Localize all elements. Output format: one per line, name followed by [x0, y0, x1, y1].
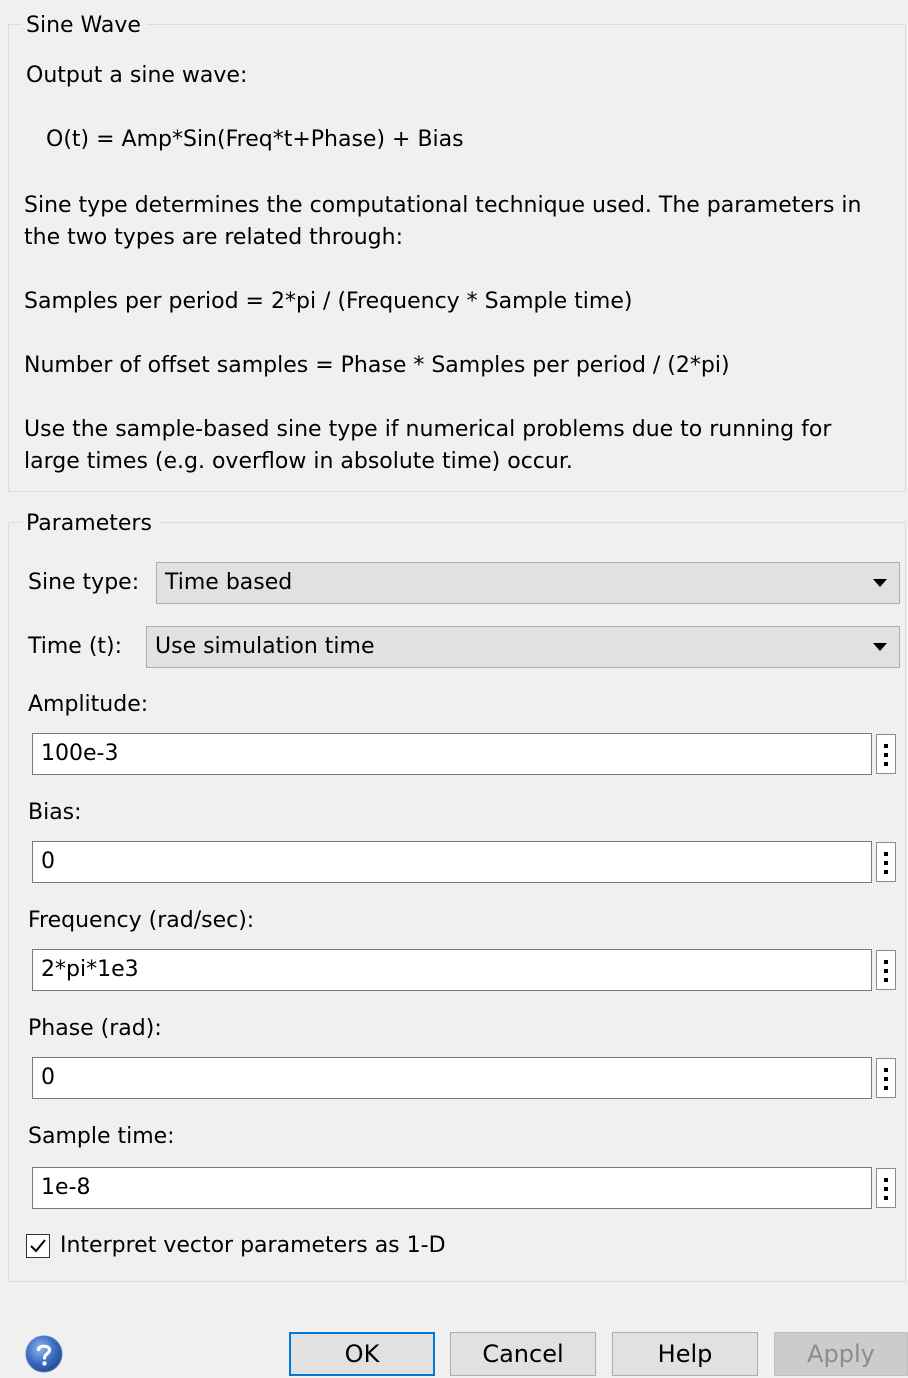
cancel-button[interactable]: Cancel — [450, 1332, 596, 1376]
phase-label: Phase (rad): — [28, 1016, 162, 1041]
amplitude-label: Amplitude: — [28, 692, 149, 717]
parameters-group-title: Parameters — [22, 510, 158, 538]
time-value: Use simulation time — [155, 634, 375, 659]
interpret-vector-label[interactable]: Interpret vector parameters as 1-D — [60, 1231, 446, 1261]
description-group-title: Sine Wave — [22, 12, 147, 40]
bias-input[interactable]: 0 — [32, 841, 872, 883]
ok-button[interactable]: OK — [289, 1332, 435, 1376]
sample-time-input[interactable]: 1e-8 — [32, 1167, 872, 1209]
more-vertical-icon[interactable] — [876, 842, 896, 882]
time-label: Time (t): — [28, 634, 123, 659]
bias-label: Bias: — [28, 800, 82, 825]
description-line-1: Output a sine wave: — [26, 63, 248, 88]
phase-input[interactable]: 0 — [32, 1057, 872, 1099]
more-vertical-icon[interactable] — [876, 1168, 896, 1208]
chevron-down-icon — [873, 643, 887, 651]
apply-button[interactable]: Apply — [774, 1332, 908, 1376]
help-button[interactable]: Help — [612, 1332, 758, 1376]
sine-type-value: Time based — [165, 570, 293, 595]
description-line-6: Number of offset samples = Phase * Sampl… — [24, 353, 730, 378]
sine-type-dropdown[interactable]: Time based — [156, 562, 900, 604]
frequency-input[interactable]: 2*pi*1e3 — [32, 949, 872, 991]
frequency-label: Frequency (rad/sec): — [28, 908, 255, 933]
more-vertical-icon[interactable] — [876, 734, 896, 774]
chevron-down-icon — [873, 579, 887, 587]
description-line-5: Samples per period = 2*pi / (Frequency *… — [24, 289, 633, 314]
sine-type-label: Sine type: — [28, 570, 140, 595]
time-dropdown[interactable]: Use simulation time — [146, 626, 900, 668]
interpret-vector-checkbox[interactable] — [26, 1234, 50, 1258]
description-line-8: large times (e.g. overflow in absolute t… — [24, 449, 573, 474]
description-line-3: Sine type determines the computational t… — [24, 193, 862, 218]
description-line-4: the two types are related through: — [24, 225, 404, 250]
description-line-7: Use the sample-based sine type if numeri… — [24, 417, 832, 442]
help-circle-icon[interactable] — [24, 1334, 64, 1374]
amplitude-input[interactable]: 100e-3 — [32, 733, 872, 775]
sample-time-label: Sample time: — [28, 1124, 175, 1149]
more-vertical-icon[interactable] — [876, 950, 896, 990]
more-vertical-icon[interactable] — [876, 1058, 896, 1098]
checkmark-icon — [30, 1239, 46, 1253]
description-formula: O(t) = Amp*Sin(Freq*t+Phase) + Bias — [46, 127, 464, 152]
